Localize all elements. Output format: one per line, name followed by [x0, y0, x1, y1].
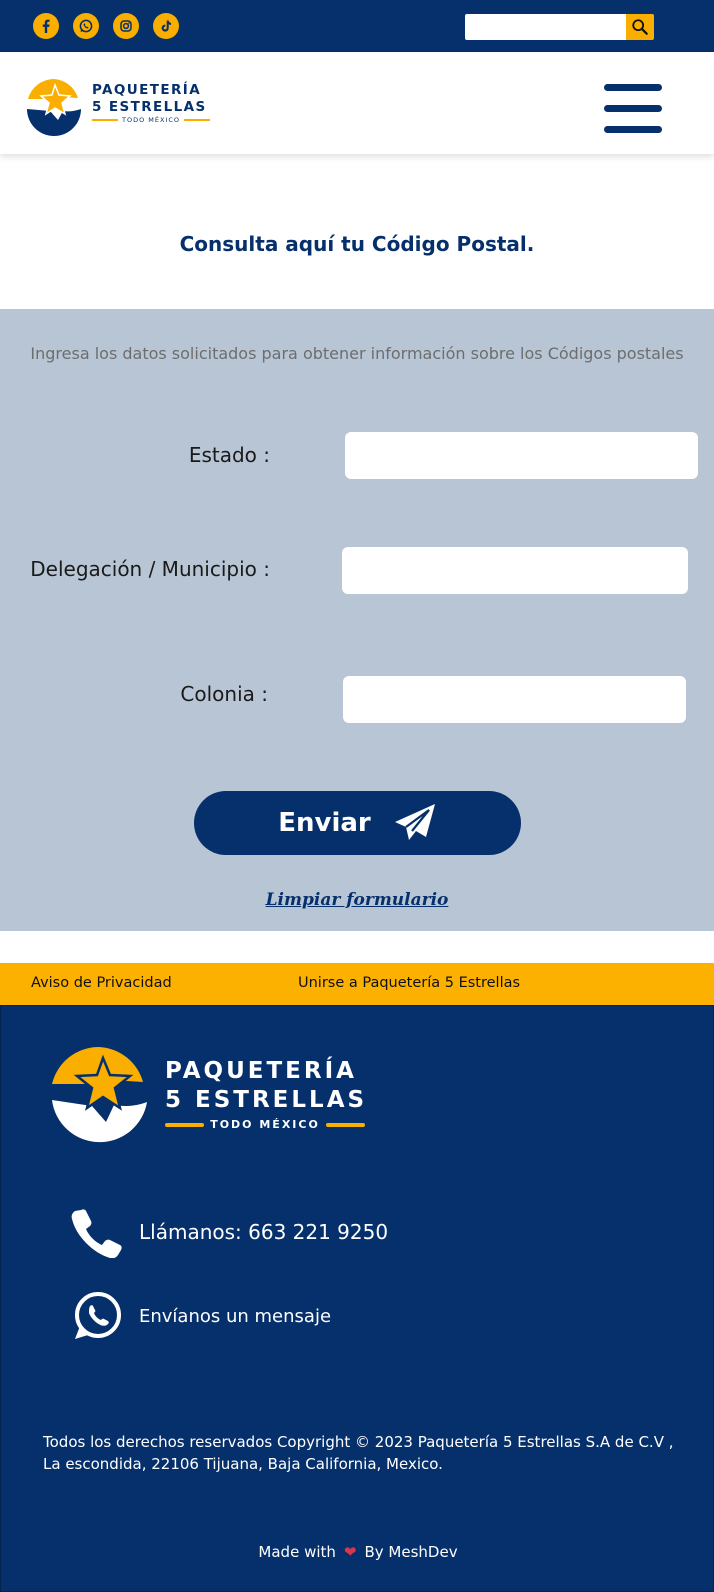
paper-plane-icon — [394, 804, 435, 840]
colonia-label: Colonia : — [180, 682, 268, 706]
site-footer: PAQUETERÍA 5 ESTRELLAS TODO MÉXICO Lláma… — [0, 1005, 714, 1592]
credit-link[interactable]: By MeshDev — [364, 1543, 457, 1561]
page-title: Consulta aquí tu Código Postal. — [179, 232, 535, 256]
brand-name-line2: 5 ESTRELLAS — [92, 99, 207, 115]
message-label: Envíanos un mensaje — [139, 1305, 332, 1327]
tiktok-icon[interactable] — [153, 13, 179, 39]
search-input[interactable] — [465, 14, 627, 40]
join-link[interactable]: Unirse a Paquetería 5 Estrellas — [298, 975, 520, 991]
made-with-label: Made with — [258, 1543, 336, 1561]
footer-logo: PAQUETERÍA 5 ESTRELLAS TODO MÉXICO — [47, 1044, 377, 1150]
municipio-label: Delegación / Municipio : — [30, 557, 270, 581]
search-button[interactable] — [626, 14, 654, 40]
made-with-credit: Made with ❤ By MeshDev — [1, 1543, 714, 1561]
privacy-link[interactable]: Aviso de Privacidad — [31, 975, 172, 991]
call-label: Llámanos: 663 221 9250 — [139, 1220, 389, 1244]
footer-brand-line1: PAQUETERÍA — [165, 1058, 357, 1084]
heart-icon: ❤ — [343, 1543, 357, 1561]
municipio-field[interactable] — [342, 547, 688, 594]
brand-logo[interactable]: PAQUETERÍA 5 ESTRELLAS TODO MÉXICO — [24, 76, 214, 136]
submit-button[interactable]: Enviar — [194, 791, 521, 855]
star-logo-icon — [52, 1046, 147, 1143]
colonia-field[interactable] — [343, 676, 686, 723]
brand-name-line1: PAQUETERÍA — [92, 82, 202, 98]
submit-button-label: Enviar — [278, 808, 371, 838]
brand-tagline: TODO MÉXICO — [92, 116, 211, 124]
postal-code-form: Ingresa los datos solicitados para obten… — [0, 309, 714, 931]
star-logo-icon — [27, 79, 81, 136]
whatsapp-icon — [75, 1292, 121, 1339]
hamburger-menu-icon[interactable] — [604, 84, 662, 134]
copyright-text: Todos los derechos reservados Copyright … — [43, 1431, 683, 1475]
brand-tagline-text: TODO MÉXICO — [122, 116, 181, 124]
copyright-line1: Todos los derechos reservados Copyright … — [43, 1433, 674, 1451]
clear-form-link[interactable]: Limpiar formulario — [0, 890, 714, 910]
footer-brand-line2: 5 ESTRELLAS — [165, 1087, 368, 1113]
form-intro: Ingresa los datos solicitados para obten… — [30, 344, 684, 363]
phone-icon — [71, 1209, 122, 1258]
whatsapp-icon[interactable] — [73, 13, 99, 39]
top-bar — [0, 0, 714, 52]
search-icon — [632, 19, 648, 35]
call-link[interactable]: Llámanos: 663 221 9250 — [71, 1206, 388, 1258]
footer-tagline-text: TODO MÉXICO — [210, 1118, 320, 1131]
copyright-line2: La escondida, 22106 Tijuana, Baja Califo… — [43, 1455, 443, 1473]
estado-field[interactable] — [345, 432, 698, 479]
footer-brand-tagline: TODO MÉXICO — [165, 1118, 365, 1131]
facebook-icon[interactable] — [33, 13, 59, 39]
page: PAQUETERÍA 5 ESTRELLAS TODO MÉXICO Consu… — [0, 0, 714, 1592]
instagram-icon[interactable] — [113, 13, 139, 39]
estado-label: Estado : — [188, 443, 270, 467]
message-link[interactable]: Envíanos un mensaje — [71, 1290, 331, 1342]
footer-nav: Aviso de Privacidad Unirse a Paquetería … — [0, 963, 714, 1005]
